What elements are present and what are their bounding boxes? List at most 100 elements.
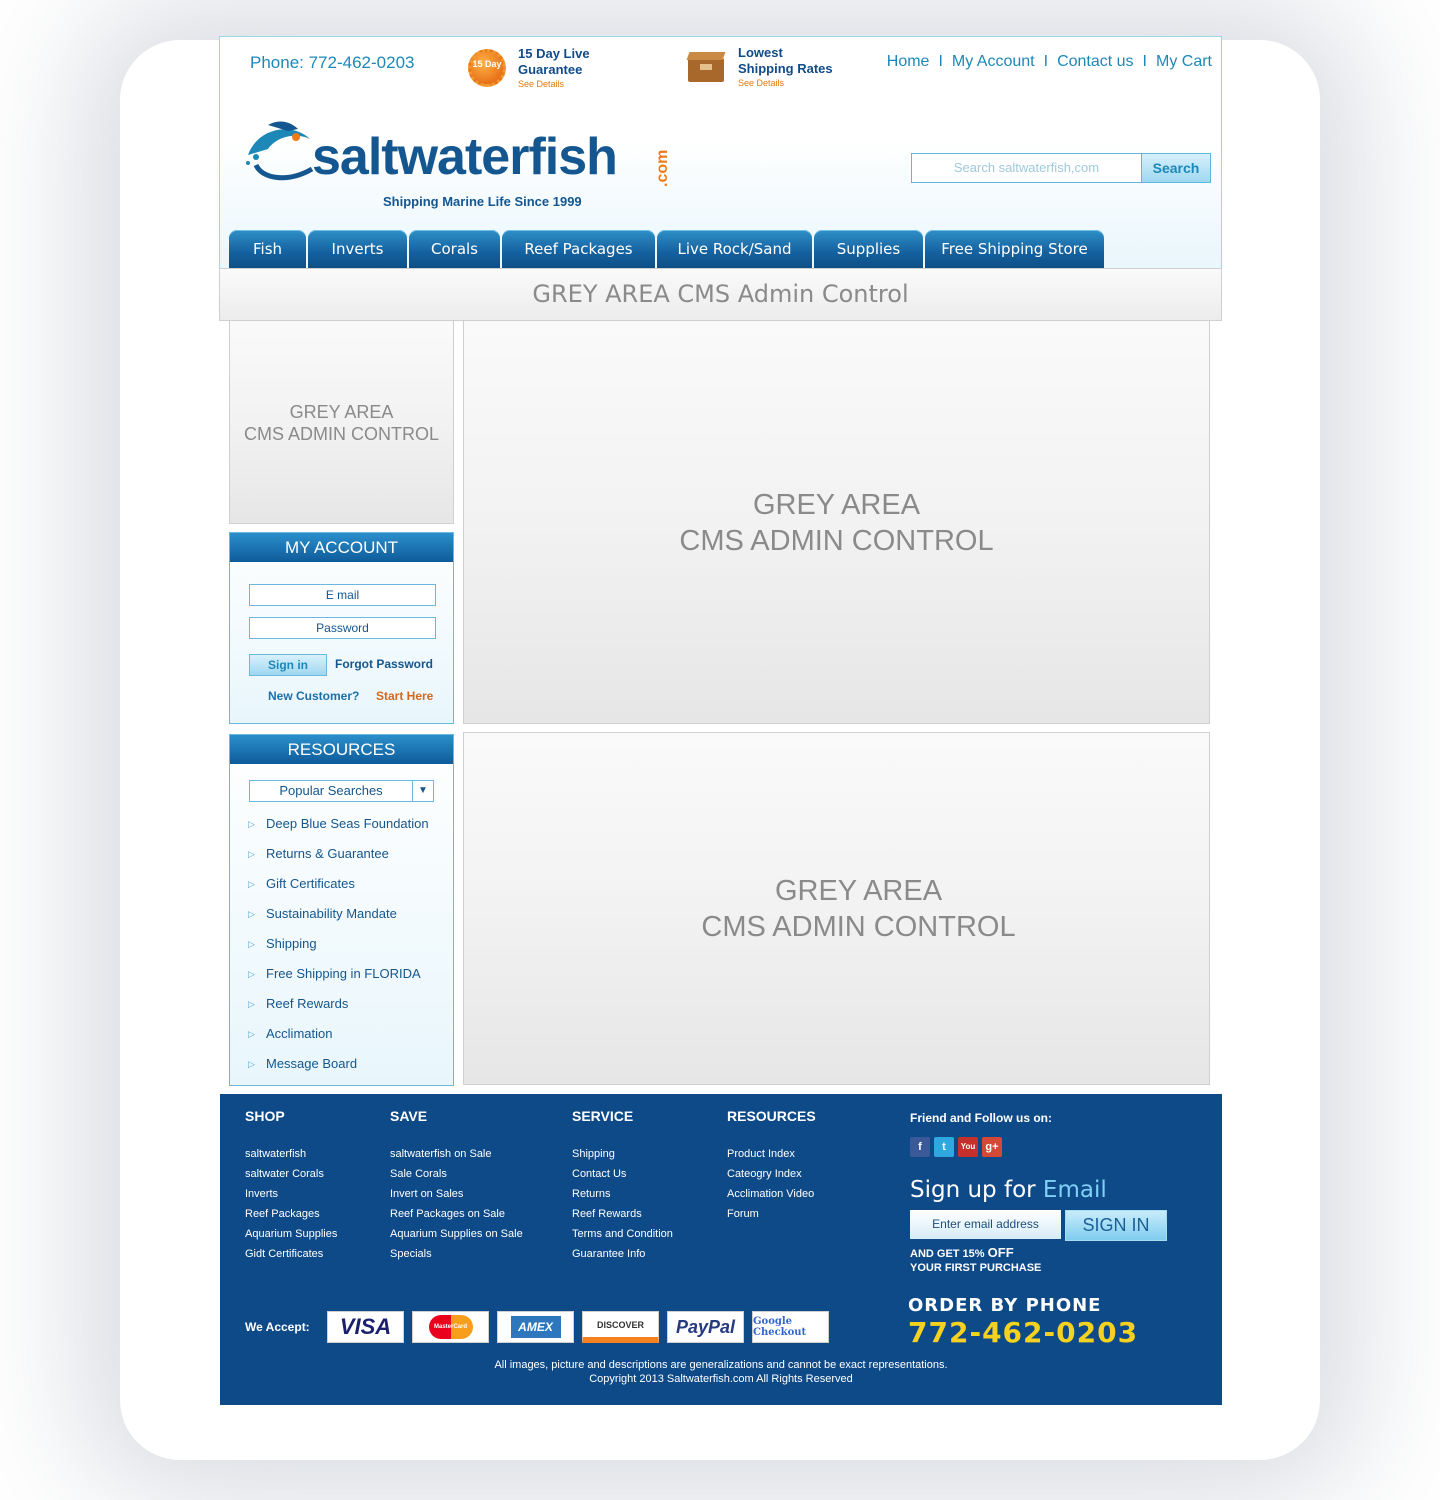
footer-link[interactable]: Guarantee Info (572, 1246, 673, 1266)
newsletter-email-input[interactable]: Enter email address (910, 1210, 1061, 1239)
main-cms-top-line-2: CMS ADMIN CONTROL (679, 525, 994, 557)
resource-item[interactable]: ▷ Sustainability Mandate (248, 906, 429, 936)
tab-inverts[interactable]: Inverts (308, 230, 407, 268)
resource-label: Returns & Guarantee (266, 846, 389, 861)
footer-link[interactable]: Contact Us (572, 1166, 673, 1186)
follow-us-label: Friend and Follow us on: (910, 1111, 1052, 1125)
footer-link[interactable]: Sale Corals (390, 1166, 523, 1186)
google-plus-icon[interactable]: g+ (982, 1137, 1002, 1157)
footer-link[interactable]: Aquarium Supplies on Sale (390, 1226, 523, 1246)
footer-link[interactable]: Returns (572, 1186, 673, 1206)
tab-supplies[interactable]: Supplies (814, 230, 923, 268)
offer-text: AND GET 15% (910, 1248, 988, 1260)
footer-link[interactable]: saltwaterfish on Sale (390, 1146, 523, 1166)
shipping-badge[interactable]: Lowest Shipping Rates See Details (686, 45, 833, 88)
email-signup-title: Sign up for Email (910, 1177, 1107, 1203)
footer-link[interactable]: Invert on Sales (390, 1186, 523, 1206)
seal-text: 15 Day (472, 59, 502, 69)
footer-link[interactable]: saltwaterfish (245, 1146, 337, 1166)
signup-email-word: Email (1042, 1177, 1107, 1203)
my-account-link[interactable]: My Account (952, 53, 1035, 71)
guarantee-badge[interactable]: 15 Day 15 Day Live Guarantee See Details (468, 46, 590, 89)
footer-link[interactable]: Terms and Condition (572, 1226, 673, 1246)
tab-fish[interactable]: Fish (229, 230, 306, 268)
tab-live-rock-sand[interactable]: Live Rock/Sand (657, 230, 812, 268)
arrow-icon: ▷ (248, 999, 255, 1009)
twitter-icon[interactable]: t (934, 1137, 954, 1157)
footer-link[interactable]: Specials (390, 1246, 523, 1266)
logo-suffix: .com (654, 149, 671, 187)
site-footer: SHOP saltwaterfish saltwater Corals Inve… (220, 1094, 1222, 1405)
social-links: f t You g+ (910, 1137, 1002, 1157)
resource-item[interactable]: ▷ Message Board (248, 1056, 429, 1086)
left-cms-area: GREY AREA CMS ADMIN CONTROL (229, 320, 454, 524)
search-input[interactable]: Search saltwaterfish,com (911, 153, 1141, 183)
resource-label: Shipping (266, 936, 317, 951)
arrow-icon: ▷ (248, 969, 255, 979)
resource-item[interactable]: ▷ Shipping (248, 936, 429, 966)
my-cart-link[interactable]: My Cart (1156, 53, 1212, 71)
tab-corals[interactable]: Corals (409, 230, 500, 268)
footer-link[interactable]: Forum (727, 1206, 816, 1226)
footer-resources: RESOURCES Product Index Cateogry Index A… (727, 1108, 816, 1226)
site-logo[interactable]: saltwaterfish .com Shipping Marine Life … (238, 117, 678, 213)
resource-item[interactable]: ▷ Deep Blue Seas Foundation (248, 816, 429, 846)
dropdown-arrow-icon[interactable]: ▼ (412, 781, 433, 801)
footer-save-title: SAVE (390, 1108, 428, 1124)
footer-service-title: SERVICE (572, 1108, 634, 1124)
search-button[interactable]: Search (1141, 153, 1211, 183)
footer-link[interactable]: Shipping (572, 1146, 673, 1166)
footer-link[interactable]: saltwater Corals (245, 1166, 337, 1186)
footer-link[interactable]: Reef Rewards (572, 1206, 673, 1226)
footer-link[interactable]: Reef Packages on Sale (390, 1206, 523, 1226)
facebook-icon[interactable]: f (910, 1137, 930, 1157)
footer-link[interactable]: Gidt Certificates (245, 1246, 337, 1266)
sign-in-button[interactable]: Sign in (249, 654, 327, 676)
main-cms-bottom-line-1: GREY AREA (774, 875, 943, 907)
guarantee-see-details[interactable]: See Details (518, 79, 590, 89)
main-cms-area-top: GREY AREA CMS ADMIN CONTROL (463, 320, 1210, 724)
main-cms-top-line-1: GREY AREA (752, 489, 921, 521)
footer-link[interactable]: Acclimation Video (727, 1186, 816, 1206)
tab-free-shipping-store[interactable]: Free Shipping Store (925, 230, 1104, 268)
tab-reef-packages[interactable]: Reef Packages (502, 230, 655, 268)
newsletter-sign-in-button[interactable]: SIGN IN (1065, 1210, 1167, 1241)
popular-searches-select[interactable]: Popular Searches ▼ (249, 780, 434, 802)
email-field[interactable]: E mail (249, 584, 436, 606)
footer-save: SAVE saltwaterfish on Sale Sale Corals I… (390, 1108, 523, 1266)
password-field[interactable]: Password (249, 617, 436, 639)
home-link[interactable]: Home (887, 53, 930, 71)
resource-item[interactable]: ▷ Returns & Guarantee (248, 846, 429, 876)
contact-us-link[interactable]: Contact us (1057, 53, 1133, 71)
youtube-icon[interactable]: You (958, 1137, 978, 1157)
new-customer-label: New Customer? (268, 689, 360, 703)
footer-link[interactable]: Cateogry Index (727, 1166, 816, 1186)
start-here-link[interactable]: Start Here (376, 689, 433, 703)
link-separator: I (938, 53, 943, 70)
resource-item[interactable]: ▷ Gift Certificates (248, 876, 429, 906)
resource-item[interactable]: ▷ Acclimation (248, 1026, 429, 1056)
page: Phone: 772-462-0203 15 Day 15 Day Live G… (219, 36, 1222, 1405)
footer-link[interactable]: Inverts (245, 1186, 337, 1206)
my-account-title: MY ACCOUNT (230, 533, 453, 562)
header-phone: Phone: 772-462-0203 (250, 53, 415, 72)
footer-link[interactable]: Product Index (727, 1146, 816, 1166)
forgot-password-link[interactable]: Forgot Password (335, 657, 433, 671)
resource-item[interactable]: ▷ Free Shipping in FLORIDA (248, 966, 429, 996)
paypal-icon: PayPal (667, 1311, 744, 1343)
footer-link[interactable]: Aquarium Supplies (245, 1226, 337, 1246)
shipping-see-details[interactable]: See Details (738, 78, 833, 88)
site-header: Phone: 772-462-0203 15 Day 15 Day Live G… (219, 36, 1222, 268)
resources-list: ▷ Deep Blue Seas Foundation ▷ Returns & Gu… (248, 816, 429, 1086)
top-links: Home I My Account I Contact us I My Cart (887, 53, 1212, 71)
resource-item[interactable]: ▷ Reef Rewards (248, 996, 429, 1026)
search-bar: Search saltwaterfish,com Search (911, 153, 1211, 183)
logo-wordmark: saltwaterfish (312, 128, 618, 186)
footer-link[interactable]: Reef Packages (245, 1206, 337, 1226)
amex-icon: AMEX (497, 1311, 574, 1343)
visa-icon: VISA (327, 1311, 404, 1343)
left-cms-line-2: CMS ADMIN CONTROL (243, 424, 439, 444)
payment-cards: VISA MasterCard AMEX DISCOVER PayPal Goo… (327, 1311, 829, 1343)
offer-off: OFF (987, 1245, 1014, 1260)
footer-shop-title: SHOP (245, 1108, 285, 1124)
